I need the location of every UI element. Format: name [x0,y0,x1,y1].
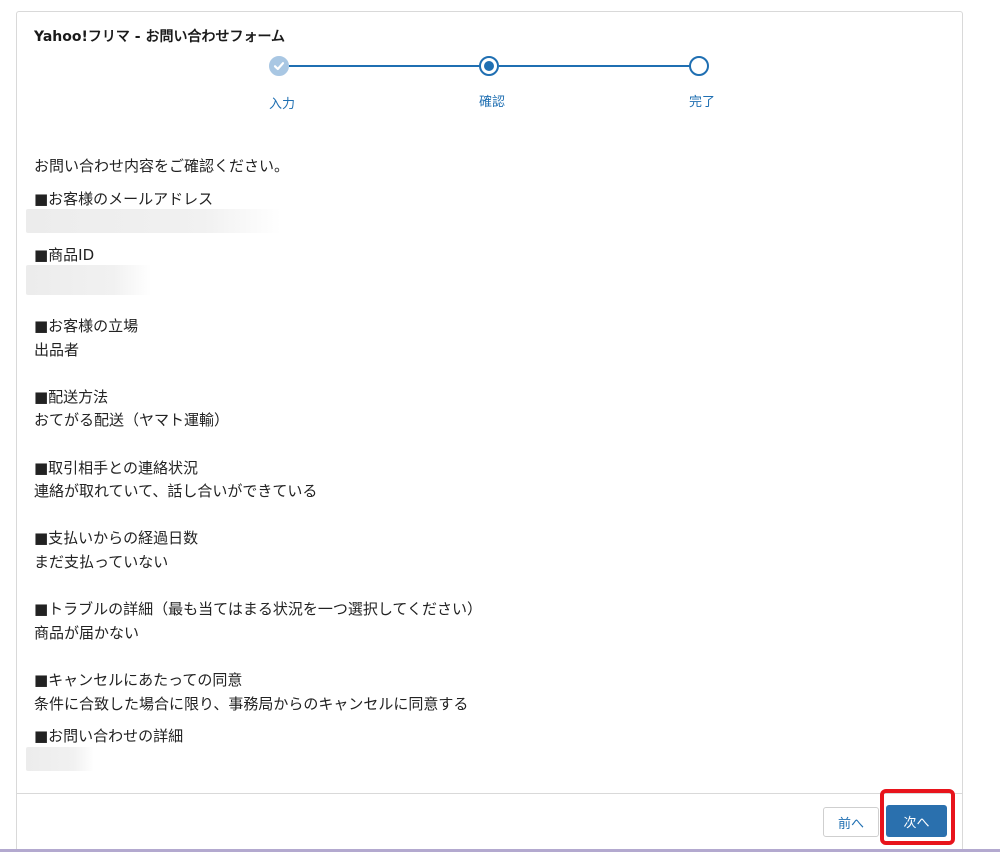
step-label-confirm: 確認 [478,95,505,110]
field-label-trouble-detail: ■トラブルの詳細（最も当てはまる状況を一つ選択してください） [34,600,482,618]
step-done-check-icon [269,56,289,76]
field-value-days-since-payment: まだ支払っていない [34,553,169,571]
step-pending-circle-icon [689,56,709,76]
field-label-role: ■お客様の立場 [34,317,139,335]
field-label-cancel-consent: ■キャンセルにあたっての同意 [34,671,243,689]
form-title: Yahoo!フリマ - お問い合わせフォーム [34,29,286,45]
field-label-email: ■お客様のメールアドレス [34,190,214,208]
step-label-input: 入力 [268,97,295,112]
redacted-inquiry-detail-value [26,747,94,771]
field-value-shipping: おてがる配送（ヤマト運輸） [34,411,230,429]
stepper-connector [289,65,489,67]
confirmation-intro: お問い合わせ内容をご確認ください。 [34,157,290,175]
field-label-inquiry-detail: ■お問い合わせの詳細 [34,727,184,745]
field-value-contact-status: 連絡が取れていて、話し合いができている [34,482,318,500]
step-label-complete: 完了 [688,95,715,110]
field-value-cancel-consent: 条件に合致した場合に限り、事務局からのキャンセルに同意する [34,695,469,713]
field-label-item-id: ■商品ID [34,246,95,264]
footer-divider [17,793,962,794]
field-label-shipping: ■配送方法 [34,388,109,406]
step-current-dot-icon [479,56,499,76]
stepper-connector [499,65,699,67]
field-label-days-since-payment: ■支払いからの経過日数 [34,529,199,547]
field-label-contact-status: ■取引相手との連絡状況 [34,459,199,477]
field-value-trouble-detail: 商品が届かない [34,624,140,642]
redacted-item-id-value [26,265,151,295]
field-value-role: 出品者 [34,341,80,359]
redacted-email-value [26,209,281,233]
next-button[interactable]: 次へ [886,805,947,837]
inquiry-form-panel: Yahoo!フリマ - お問い合わせフォーム 入力 確認 完了 お問い合わせ内容… [16,11,963,852]
prev-button[interactable]: 前へ [823,807,879,837]
